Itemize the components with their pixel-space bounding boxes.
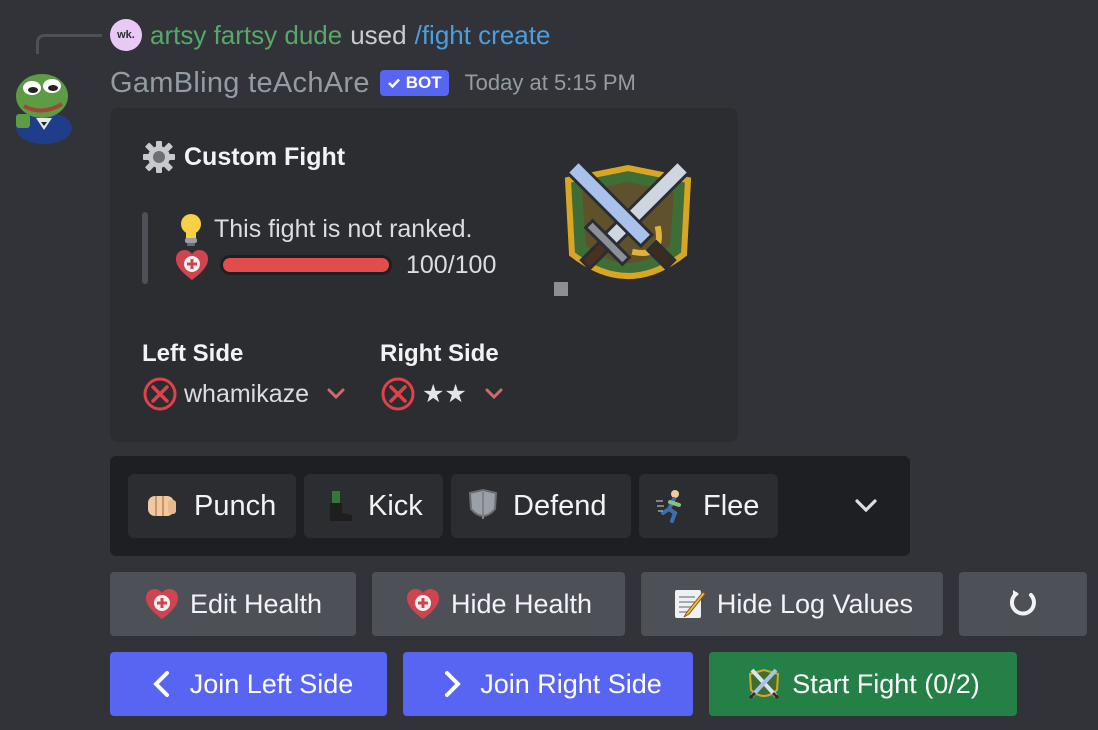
embed-title: Custom Fight xyxy=(142,140,345,174)
user-avatar[interactable]: wk. xyxy=(110,19,142,51)
fight-embed: Custom Fight This fight is not ranked. 1… xyxy=(110,108,738,442)
right-side-value: ★★ xyxy=(380,376,505,412)
heart-plus-icon xyxy=(176,250,208,280)
ranked-line: This fight is not ranked. xyxy=(176,212,472,246)
hide-health-label: Hide Health xyxy=(450,588,593,619)
start-fight-label: Start Fight (0/2) xyxy=(792,668,980,699)
join-left-side-button[interactable]: Join Left Side xyxy=(110,652,387,716)
left-side-player: whamikaze xyxy=(184,379,310,408)
start-fight-button[interactable]: Start Fight (0/2) xyxy=(709,652,1017,716)
reply-used-text: used xyxy=(350,19,407,50)
chevron-down-icon xyxy=(485,388,503,400)
option-label: Defend xyxy=(513,489,607,522)
health-bar-fill xyxy=(223,258,389,272)
left-side-field: Left Side whamikaze xyxy=(142,340,347,412)
refresh-button[interactable] xyxy=(959,572,1087,636)
right-side-player: ★★ xyxy=(422,380,467,408)
x-circle-icon xyxy=(143,377,177,411)
chevron-left-icon xyxy=(152,671,169,697)
option-label: Kick xyxy=(368,489,423,522)
action-select-menu[interactable]: Punch Kick Defend Flee xyxy=(110,456,910,556)
memo-pencil-icon xyxy=(674,590,706,618)
chevron-right-icon xyxy=(445,671,462,697)
x-circle-icon xyxy=(381,377,415,411)
hide-log-values-label: Hide Log Values xyxy=(716,588,914,619)
option-label: Flee xyxy=(703,489,760,522)
reply-connector xyxy=(36,34,102,54)
boot-icon xyxy=(330,491,352,521)
lightbulb-icon xyxy=(181,214,201,246)
ranked-text: This fight is not ranked. xyxy=(214,214,473,243)
gear-icon xyxy=(143,141,175,173)
reply-username[interactable]: artsy fartsy dude xyxy=(150,20,342,51)
option-punch[interactable]: Punch xyxy=(128,474,296,538)
crossed-swords-shield-icon xyxy=(554,159,692,296)
right-side-field: Right Side ★★ xyxy=(380,340,505,412)
left-side-value: whamikaze xyxy=(142,376,347,412)
bot-name[interactable]: GamBling teAchAre xyxy=(110,67,370,100)
shield-icon xyxy=(468,489,498,519)
bot-badge: BOT xyxy=(379,70,449,96)
health-line: 100/100 xyxy=(174,248,496,282)
heart-plus-icon xyxy=(145,589,178,619)
timestamp[interactable]: Today at 5:15 PM xyxy=(465,70,636,96)
edit-health-button[interactable]: Edit Health xyxy=(110,572,356,636)
fist-icon xyxy=(148,496,176,516)
bot-badge-label: BOT xyxy=(405,73,442,92)
command-reply[interactable]: wk. artsy fartsy dude used /fight create xyxy=(110,18,550,52)
verified-check-icon xyxy=(387,78,400,89)
join-right-side-label: Join Right Side xyxy=(480,668,662,699)
quote-bar xyxy=(142,212,148,284)
chevron-down-icon[interactable] xyxy=(852,492,880,520)
refresh-icon xyxy=(1009,590,1036,616)
message-header: GamBling teAchAre BOT Today at 5:15 PM xyxy=(110,64,636,102)
option-kick[interactable]: Kick xyxy=(304,474,443,538)
hide-log-values-button[interactable]: Hide Log Values xyxy=(641,572,943,636)
join-left-side-label: Join Left Side xyxy=(189,668,354,699)
running-person-icon xyxy=(656,490,681,523)
option-flee[interactable]: Flee xyxy=(639,474,778,538)
left-side-label: Left Side xyxy=(142,340,244,367)
chevron-down-icon xyxy=(327,388,345,400)
heart-plus-icon xyxy=(406,589,439,619)
hide-health-button[interactable]: Hide Health xyxy=(372,572,625,636)
embed-title-text: Custom Fight xyxy=(184,142,346,171)
crossed-swords-icon xyxy=(749,668,780,700)
reply-command[interactable]: /fight create xyxy=(415,20,551,51)
option-label: Punch xyxy=(194,489,277,522)
join-right-side-button[interactable]: Join Right Side xyxy=(403,652,693,716)
option-defend[interactable]: Defend xyxy=(451,474,631,538)
bot-avatar[interactable] xyxy=(6,64,82,144)
edit-health-label: Edit Health xyxy=(189,588,323,619)
health-text: 100/100 xyxy=(406,250,497,279)
health-bar xyxy=(220,255,392,275)
right-side-label: Right Side xyxy=(380,340,499,367)
